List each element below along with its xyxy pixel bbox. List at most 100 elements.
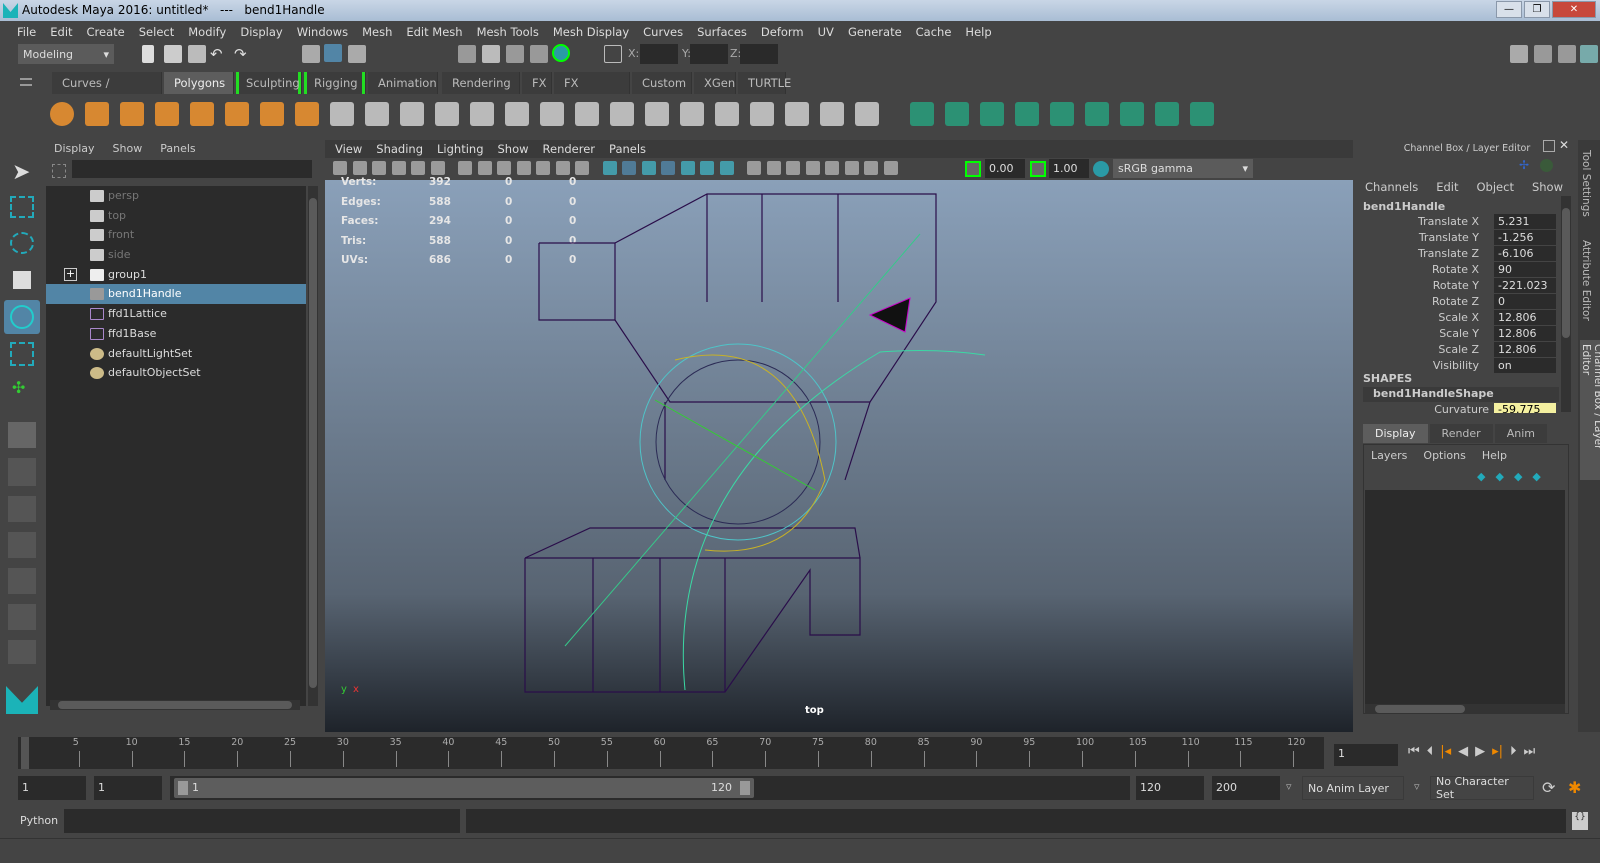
y-field[interactable] xyxy=(690,44,728,64)
channel-box-scrollbar[interactable] xyxy=(1561,196,1571,412)
close-panel-icon[interactable]: ✕ xyxy=(1559,138,1569,152)
menu-cache[interactable]: Cache xyxy=(909,25,959,39)
prev-key-icon[interactable]: |◂ xyxy=(1440,744,1451,759)
viewport-menu-show[interactable]: Show xyxy=(498,142,529,156)
channel-label[interactable]: Rotate X xyxy=(1432,262,1479,278)
merge-icon[interactable] xyxy=(855,102,879,126)
connect-icon[interactable] xyxy=(1050,102,1074,126)
select-hierarchy-icon[interactable] xyxy=(302,45,320,63)
unfold-uv-icon[interactable] xyxy=(1190,102,1214,126)
auto-key-icon[interactable]: ⟳ xyxy=(1542,778,1555,797)
depth-of-field-icon[interactable] xyxy=(805,161,820,175)
axis-manip-icon[interactable]: ✢ xyxy=(1519,158,1529,172)
menu-curves[interactable]: Curves xyxy=(636,25,690,39)
start-time-field[interactable]: 1 xyxy=(18,776,86,800)
xray-joints-icon[interactable] xyxy=(864,161,878,175)
channel-label[interactable]: Rotate Z xyxy=(1432,294,1479,310)
outliner-item-side[interactable]: side xyxy=(46,245,306,265)
shelf-tab-turtle[interactable]: TURTLE xyxy=(738,72,791,94)
channel-menu-channels[interactable]: Channels xyxy=(1365,180,1418,194)
end-time-field[interactable]: 200 xyxy=(1212,776,1280,800)
outliner-item-ffd1Base[interactable]: ffd1Base xyxy=(46,324,306,344)
channel-value[interactable]: 12.806 xyxy=(1494,342,1556,357)
channel-row-scale-x[interactable]: Scale X 12.806 xyxy=(1357,310,1567,326)
cone-icon[interactable] xyxy=(155,102,179,126)
pyramid-icon[interactable] xyxy=(295,102,319,126)
menu-mesh[interactable]: Mesh xyxy=(355,25,399,39)
step-forward-icon[interactable]: ⏵ xyxy=(1510,744,1517,759)
rotate-tool-icon[interactable] xyxy=(4,300,40,334)
grid-icon[interactable] xyxy=(458,161,472,175)
outliner-item-top[interactable]: top xyxy=(46,206,306,226)
2d-pan-zoom-icon[interactable] xyxy=(411,161,425,175)
viewport-menu-renderer[interactable]: Renderer xyxy=(543,142,596,156)
minimize-button[interactable]: — xyxy=(1496,1,1522,18)
channel-row-rotate-x[interactable]: Rotate X 90 xyxy=(1357,262,1567,278)
new-layer-selected-icon[interactable]: ◆ xyxy=(1532,470,1540,483)
outliner-horizontal-scrollbar[interactable] xyxy=(50,700,300,710)
outliner-menu-display[interactable]: Display xyxy=(54,142,95,156)
expand-icon[interactable]: + xyxy=(64,267,77,281)
plane-icon[interactable] xyxy=(190,102,214,126)
mirror-icon[interactable] xyxy=(575,102,599,126)
channel-value[interactable]: 12.806 xyxy=(1494,310,1556,325)
character-set-dropdown[interactable]: No Character Set xyxy=(1430,775,1534,801)
shelf-menu-icon[interactable] xyxy=(20,78,32,86)
channel-value[interactable]: -221.023 xyxy=(1494,278,1556,293)
shelf-tab-animation[interactable]: Animation xyxy=(368,72,438,94)
layout-icon[interactable] xyxy=(1534,45,1552,63)
outliner-item-front[interactable]: front xyxy=(46,225,306,245)
script-editor-icon[interactable]: {} xyxy=(1572,812,1588,830)
prism-icon[interactable] xyxy=(260,102,284,126)
field-chart-icon[interactable] xyxy=(536,161,550,175)
default-material-icon[interactable] xyxy=(641,161,656,175)
channel-value[interactable]: -1.256 xyxy=(1494,230,1556,245)
layer-tab-anim[interactable]: Anim xyxy=(1494,424,1547,443)
channel-row-translate-x[interactable]: Translate X 5.231 xyxy=(1357,214,1567,230)
new-layer-icon[interactable]: ◆ xyxy=(1514,470,1522,483)
bookmark-icon[interactable] xyxy=(372,161,386,175)
channel-value[interactable]: 12.806 xyxy=(1494,326,1556,341)
tab-channel-box[interactable]: Channel Box / Layer Editor xyxy=(1580,340,1600,480)
shadows-icon[interactable] xyxy=(719,161,734,175)
animation-prefs-icon[interactable]: ✱ xyxy=(1568,778,1581,797)
reduce-icon[interactable] xyxy=(540,102,564,126)
playhead[interactable] xyxy=(21,737,29,769)
mode-dropdown[interactable]: Modeling ▾ xyxy=(18,44,114,64)
menu-mesh-display[interactable]: Mesh Display xyxy=(546,25,636,39)
wireframe-on-shaded-icon[interactable] xyxy=(661,161,675,175)
persp-graph-layout-icon[interactable] xyxy=(8,532,36,558)
bevel-icon[interactable] xyxy=(715,102,739,126)
panel-layout-icon[interactable] xyxy=(1558,45,1576,63)
menu-edit[interactable]: Edit xyxy=(43,25,79,39)
channel-label[interactable]: Rotate Y xyxy=(1433,278,1479,294)
undo-icon[interactable]: ↶ xyxy=(210,45,223,63)
channel-label[interactable]: Scale Y xyxy=(1439,326,1479,342)
viewport-menu-lighting[interactable]: Lighting xyxy=(437,142,483,156)
camera-uv-icon[interactable] xyxy=(1155,102,1179,126)
toggle-ui-icon[interactable] xyxy=(1580,45,1598,63)
outliner-search-input[interactable] xyxy=(72,160,312,178)
channel-menu-object[interactable]: Object xyxy=(1477,180,1514,194)
combine-icon[interactable] xyxy=(365,102,389,126)
four-view-layout-icon[interactable] xyxy=(8,458,36,486)
range-end-handle[interactable] xyxy=(740,781,750,795)
outliner-item-persp[interactable]: persp xyxy=(46,186,306,206)
channel-row-scale-z[interactable]: Scale Z 12.806 xyxy=(1357,342,1567,358)
channel-menu-show[interactable]: Show xyxy=(1532,180,1563,194)
move-tool-icon[interactable] xyxy=(13,271,31,289)
booleans-icon[interactable] xyxy=(470,102,494,126)
step-back-icon[interactable]: ⏴ xyxy=(1427,744,1434,759)
exposure-field[interactable]: 0.00 xyxy=(985,159,1025,178)
outliner-menu-panels[interactable]: Panels xyxy=(160,142,195,156)
command-language-button[interactable]: Python xyxy=(20,814,58,827)
save-scene-icon[interactable] xyxy=(188,45,206,63)
shelf-tab-fx[interactable]: FX xyxy=(522,72,552,94)
tab-tool-settings[interactable]: Tool Settings xyxy=(1580,150,1592,217)
viewport-menu-panels[interactable]: Panels xyxy=(609,142,646,156)
channel-label[interactable]: Translate X xyxy=(1418,214,1479,230)
wireframe-icon[interactable] xyxy=(602,161,617,175)
xray-components-icon[interactable] xyxy=(883,161,898,175)
toggle-icon[interactable] xyxy=(1540,159,1553,172)
offset-edge-loop-icon[interactable] xyxy=(980,102,1004,126)
